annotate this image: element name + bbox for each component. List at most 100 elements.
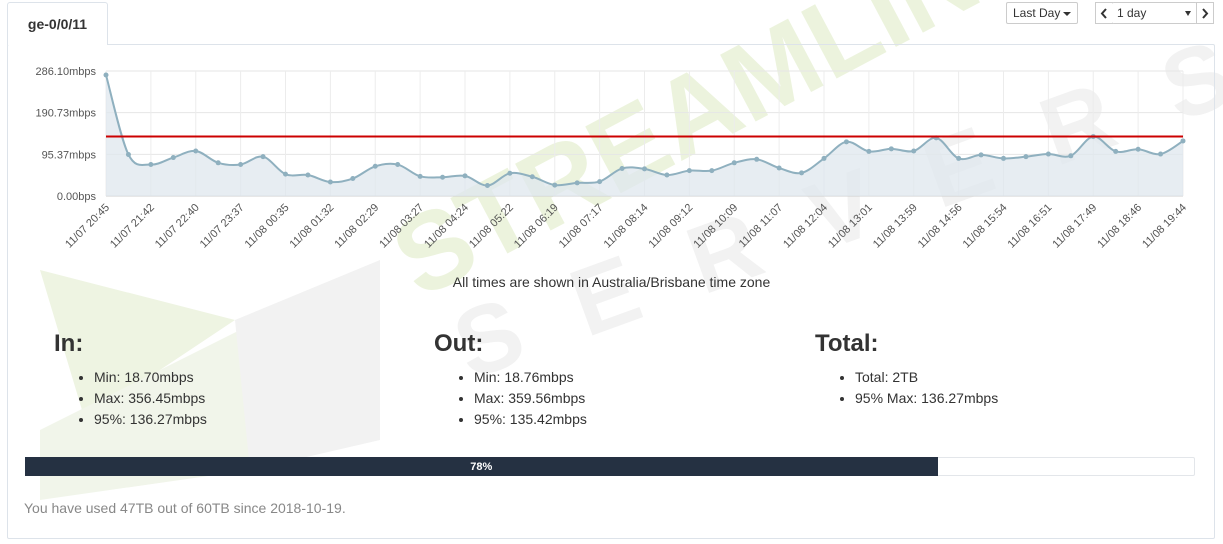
stats-out-title: Out: [434,330,484,357]
stats-total: Total: Total: 2TB 95% Max: 136.27mbps [815,330,998,409]
data-point [619,165,625,171]
stats-out-95: 95%: 135.42mbps [474,409,587,430]
x-tick-label: 11/08 02:29 [332,202,381,251]
data-point [1045,151,1051,157]
x-tick-label: 11/08 15:54 [961,202,1010,251]
data-point [1113,148,1119,154]
stats-in-title: In: [54,330,84,357]
data-point [574,180,580,186]
data-point [731,160,737,166]
data-point [1135,146,1141,152]
data-point [888,146,894,152]
data-point [484,183,490,189]
data-point [260,154,266,160]
data-point [776,165,782,171]
x-tick-label: 11/08 00:35 [243,202,292,251]
data-point [821,155,827,161]
stats-total-95max: 95% Max: 136.27mbps [855,388,998,409]
stats-out-max: Max: 359.56mbps [474,388,587,409]
x-tick-label: 11/08 09:12 [646,202,695,251]
timezone-note: All times are shown in Australia/Brisban… [452,274,771,290]
stats-in: In: Min: 18.70mbps Max: 356.45mbps 95%: … [54,330,207,430]
data-point [866,148,872,154]
y-axis-ticks: 286.10mbps 190.73mbps 95.37mbps 0.00bps [35,66,96,203]
data-point [440,174,446,180]
data-point [215,160,221,166]
data-point [1068,153,1074,159]
x-tick-label: 11/08 17:49 [1050,202,1099,251]
data-point [686,168,692,174]
data-point [529,174,535,180]
data-point [1001,155,1006,161]
data-point [305,172,311,178]
stats-total-title: Total: [815,330,879,357]
data-point [843,139,849,145]
usage-progress-label: 78% [470,460,493,473]
data-point [709,168,715,174]
stats-in-min: Min: 18.70mbps [94,367,207,388]
data-point [372,163,378,169]
data-point [125,151,131,157]
usage-progress-bar: 78% [25,457,1195,476]
data-point [103,72,109,78]
data-point [193,148,199,154]
data-point [956,155,962,161]
data-point [507,170,513,176]
data-point [283,171,288,177]
data-point [395,162,401,168]
traffic-chart: 286.10mbps 190.73mbps 95.37mbps 0.00bps 11/… [35,66,1189,251]
data-point [170,155,176,161]
x-tick-label: 11/08 11:07 [737,202,785,250]
x-tick-label: 11/08 14:56 [916,202,965,251]
usage-note: You have used 47TB out of 60TB since 201… [24,500,346,516]
x-tick-label: 11/08 10:09 [691,202,740,251]
stats-in-max: Max: 356.45mbps [94,388,207,409]
y-tick-label: 0.00bps [57,191,97,203]
x-tick-label: 11/08 05:22 [467,202,516,251]
data-point [238,162,244,168]
tab-port-label: ge-0/0/11 [27,16,88,32]
data-point [552,182,558,188]
stats-out: Out: Min: 18.76mbps Max: 359.56mbps 95%:… [434,330,587,430]
data-point [754,156,760,162]
data-point [148,162,154,168]
data-point [1023,154,1029,160]
stats-out-min: Min: 18.76mbps [474,367,587,388]
x-tick-label: 11/08 07:17 [557,202,606,251]
x-tick-label: 11/08 01:32 [287,202,336,251]
x-tick-label: 11/07 23:37 [198,202,247,251]
x-tick-label: 11/07 21:42 [108,202,157,251]
x-tick-label: 11/08 13:59 [871,202,920,251]
x-tick-label: 11/08 12:04 [781,202,830,251]
tab-port[interactable]: ge-0/0/11 [7,2,108,45]
x-tick-label: 11/07 20:45 [63,202,112,251]
x-tick-label: 11/08 08:14 [602,202,651,251]
stats-in-95: 95%: 136.27mbps [94,409,207,430]
data-point [1180,138,1186,144]
x-tick-label: 11/07 22:40 [153,202,202,251]
y-tick-label: 190.73mbps [35,108,96,120]
x-axis-ticks: 11/07 20:4511/07 21:4211/07 22:4011/07 2… [63,202,1189,251]
data-point [978,152,984,158]
data-point [350,176,356,182]
data-point [462,173,468,179]
data-point [911,148,917,154]
x-tick-label: 11/08 06:19 [512,202,561,251]
data-point [597,179,603,185]
x-tick-label: 11/08 19:44 [1140,202,1189,251]
x-tick-label: 11/08 03:27 [377,202,426,251]
data-point [799,170,805,176]
data-point [1158,151,1164,157]
y-tick-label: 95.37mbps [42,149,97,161]
x-tick-label: 11/08 04:24 [422,202,471,251]
usage-progress-fill: 78% [25,457,938,476]
data-point [417,173,423,179]
x-tick-label: 11/08 13:01 [826,202,875,251]
y-tick-label: 286.10mbps [35,66,96,78]
x-tick-label: 11/08 18:46 [1095,202,1144,251]
data-point [642,166,647,172]
x-tick-label: 11/08 16:51 [1005,202,1054,251]
data-point [327,179,333,185]
data-point [664,172,670,178]
stats-total-total: Total: 2TB [855,367,998,388]
